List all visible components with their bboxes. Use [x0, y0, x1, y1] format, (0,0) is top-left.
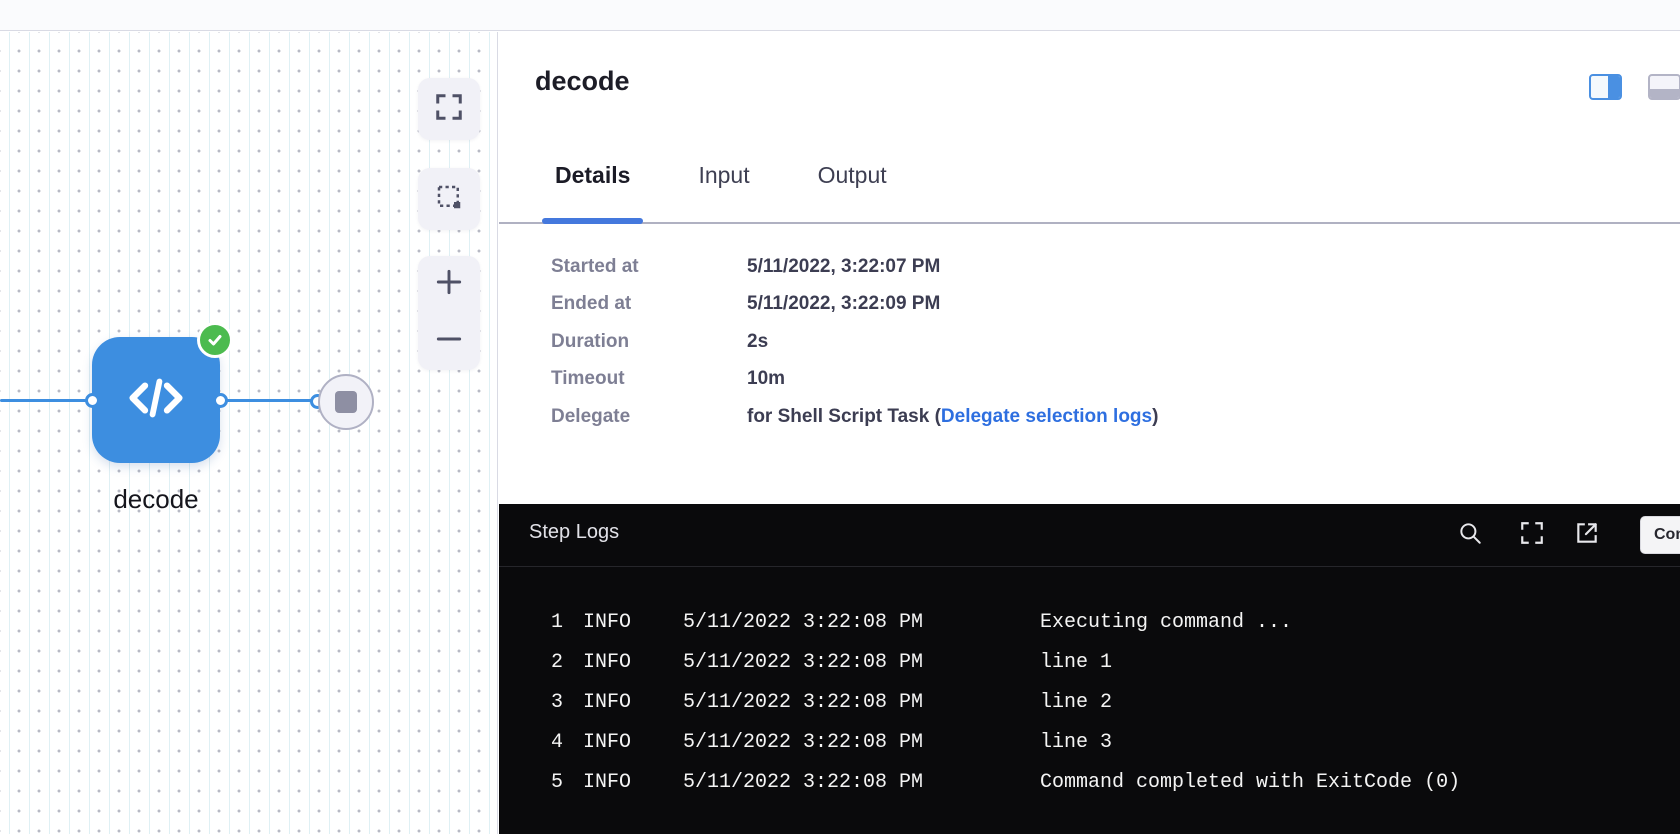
open-in-new-icon — [1574, 520, 1600, 551]
log-level: INFO — [583, 611, 631, 634]
detail-row-timeout: Timeout 10m — [551, 361, 1158, 399]
detail-row-delegate: Delegate for Shell Script Task (Delegate… — [551, 398, 1158, 436]
log-line: 4 INFO 5/11/2022 3:22:08 PM line 3 — [499, 723, 1680, 763]
detail-label: Ended at — [551, 293, 747, 315]
log-line-number: 1 — [539, 611, 563, 634]
log-line: 5 INFO 5/11/2022 3:22:08 PM Command comp… — [499, 763, 1680, 803]
top-strip — [0, 0, 1680, 31]
log-timestamp: 5/11/2022 3:22:08 PM — [683, 611, 923, 634]
console-view-button[interactable]: Console View — [1640, 516, 1680, 554]
tab-details[interactable]: Details — [545, 148, 640, 222]
log-line: 3 INFO 5/11/2022 3:22:08 PM line 2 — [499, 683, 1680, 723]
detail-label: Duration — [551, 331, 747, 353]
detail-row-ended-at: Ended at 5/11/2022, 3:22:09 PM — [551, 286, 1158, 324]
detail-value: 10m — [747, 368, 785, 390]
zoom-control — [418, 256, 480, 370]
tab-bar: Details Input Output — [499, 148, 1680, 224]
fullscreen-icon — [1519, 520, 1545, 551]
edge-outgoing — [220, 399, 318, 402]
code-icon — [123, 365, 189, 436]
log-message: line 2 — [1040, 691, 1112, 714]
end-node[interactable] — [318, 374, 374, 430]
log-line-number: 4 — [539, 731, 563, 754]
split-bottom-fill — [1650, 89, 1679, 98]
panel-title: decode — [535, 66, 630, 97]
log-message: Command completed with ExitCode (0) — [1040, 771, 1460, 794]
marquee-select-button[interactable] — [418, 168, 480, 230]
pipeline-execution-view: decode — [0, 0, 1680, 834]
fullscreen-logs-button[interactable] — [1517, 520, 1547, 550]
delegate-value-suffix: ) — [1152, 406, 1158, 427]
log-line: 2 INFO 5/11/2022 3:22:08 PM line 1 — [499, 643, 1680, 683]
search-logs-button[interactable] — [1455, 520, 1485, 550]
zoom-out-button[interactable] — [418, 313, 480, 370]
detail-value: 5/11/2022, 3:22:09 PM — [747, 293, 940, 315]
log-body[interactable]: 1 INFO 5/11/2022 3:22:08 PM Executing co… — [499, 567, 1680, 803]
log-line-number: 5 — [539, 771, 563, 794]
detail-label: Started at — [551, 256, 747, 278]
detail-value: for Shell Script Task (Delegate selectio… — [747, 406, 1158, 428]
node-port-right[interactable] — [213, 393, 228, 408]
log-level: INFO — [583, 651, 631, 674]
log-level: INFO — [583, 771, 631, 794]
delegate-value-prefix: for Shell Script Task ( — [747, 406, 941, 427]
log-timestamp: 5/11/2022 3:22:08 PM — [683, 691, 923, 714]
split-right-fill — [1608, 76, 1620, 98]
plus-icon — [433, 266, 465, 303]
tab-output[interactable]: Output — [808, 148, 897, 222]
zoom-in-button[interactable] — [418, 256, 480, 313]
step-details-panel: decode Details Input Output Started at 5… — [499, 32, 1680, 834]
log-message: line 3 — [1040, 731, 1112, 754]
search-icon — [1457, 520, 1483, 551]
split-right-icon[interactable] — [1589, 74, 1622, 100]
log-timestamp: 5/11/2022 3:22:08 PM — [683, 731, 923, 754]
log-message: Executing command ... — [1040, 611, 1292, 634]
log-level: INFO — [583, 731, 631, 754]
log-message: line 1 — [1040, 651, 1112, 674]
detail-value: 5/11/2022, 3:22:07 PM — [747, 256, 940, 278]
log-line-number: 2 — [539, 651, 563, 674]
detail-label: Timeout — [551, 368, 747, 390]
log-level: INFO — [583, 691, 631, 714]
pipeline-canvas[interactable]: decode — [0, 32, 498, 834]
expand-canvas-button[interactable] — [418, 78, 480, 140]
stop-icon — [335, 391, 357, 413]
step-logs-console: Step Logs — [499, 504, 1680, 834]
split-bottom-icon[interactable] — [1648, 74, 1680, 100]
console-header: Step Logs — [499, 504, 1680, 567]
minus-icon — [433, 323, 465, 360]
detail-row-duration: Duration 2s — [551, 323, 1158, 361]
details-table: Started at 5/11/2022, 3:22:07 PM Ended a… — [551, 248, 1158, 436]
open-logs-new-window-button[interactable] — [1572, 520, 1602, 550]
expand-icon — [434, 92, 464, 127]
log-line-number: 3 — [539, 691, 563, 714]
detail-row-started-at: Started at 5/11/2022, 3:22:07 PM — [551, 248, 1158, 286]
marquee-select-icon — [434, 182, 464, 217]
log-line: 1 INFO 5/11/2022 3:22:08 PM Executing co… — [499, 603, 1680, 643]
node-port-left[interactable] — [85, 393, 100, 408]
delegate-selection-logs-link[interactable]: Delegate selection logs — [941, 406, 1152, 427]
step-node-decode[interactable] — [92, 337, 220, 463]
log-timestamp: 5/11/2022 3:22:08 PM — [683, 771, 923, 794]
console-title: Step Logs — [529, 521, 619, 544]
detail-value: 2s — [747, 331, 768, 353]
edge-incoming — [0, 399, 93, 402]
node-label: decode — [66, 484, 246, 515]
success-check-icon — [197, 322, 233, 358]
detail-label: Delegate — [551, 406, 747, 428]
log-timestamp: 5/11/2022 3:22:08 PM — [683, 651, 923, 674]
tab-input[interactable]: Input — [688, 148, 759, 222]
